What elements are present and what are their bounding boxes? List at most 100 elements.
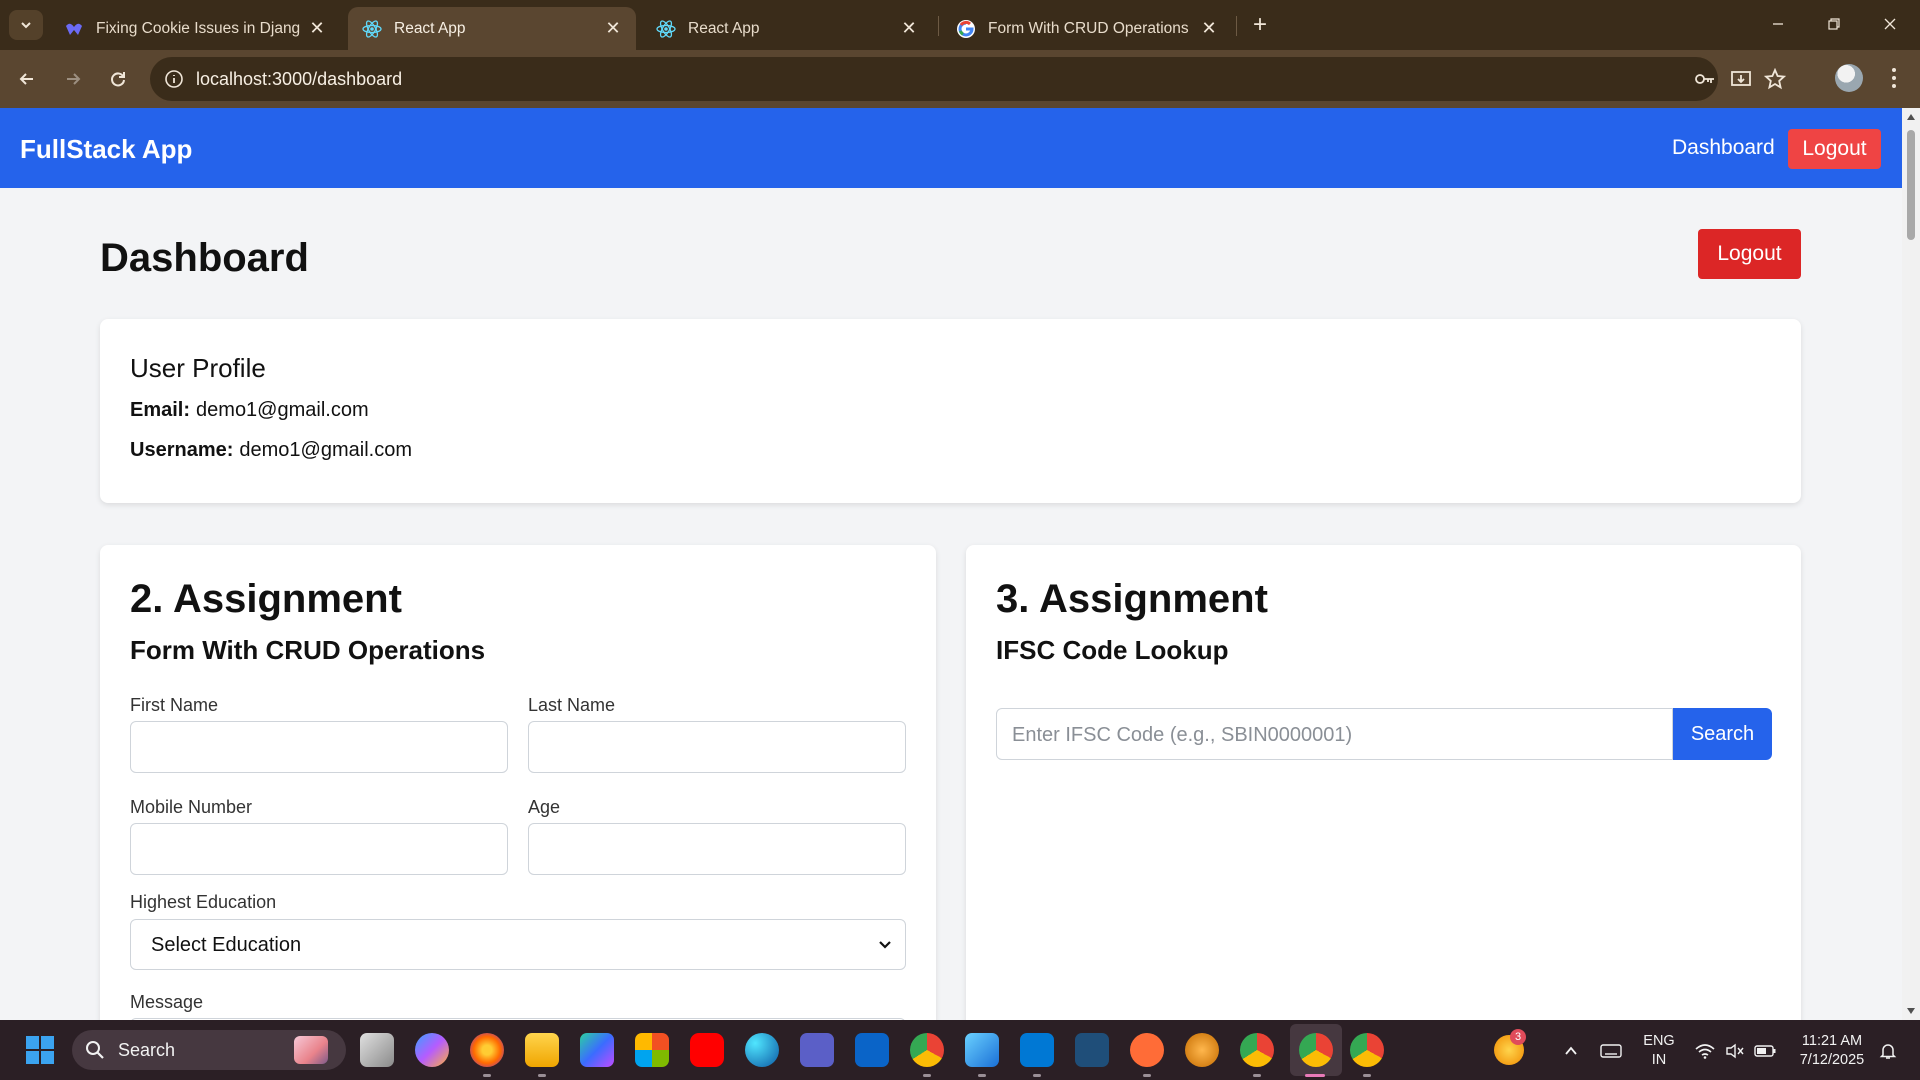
profile-email-row: Email: demo1@gmail.com <box>130 399 369 422</box>
site-info-icon[interactable] <box>162 67 186 91</box>
username-value: demo1@gmail.com <box>239 439 412 461</box>
new-tab-button[interactable]: + <box>1245 10 1275 40</box>
running-indicator <box>923 1074 931 1077</box>
nav-dashboard-link[interactable]: Dashboard <box>1672 136 1775 160</box>
close-window-button[interactable] <box>1862 0 1918 48</box>
profile-avatar[interactable] <box>1835 64 1863 92</box>
edge-icon[interactable] <box>745 1033 779 1067</box>
taskbar-search-label: Search <box>118 1040 176 1060</box>
react-icon <box>656 19 676 39</box>
email-value: demo1@gmail.com <box>196 399 369 421</box>
profile-username-row: Username: demo1@gmail.com <box>130 439 412 462</box>
ifsc-search-button[interactable]: Search <box>1673 708 1772 760</box>
close-icon[interactable]: ✕ <box>1200 18 1218 38</box>
assignment-3-card: 3. Assignment IFSC Code Lookup Enter IFS… <box>966 545 1801 1020</box>
page-scrollbar[interactable] <box>1902 108 1920 1020</box>
chrome-active-icon[interactable] <box>1299 1033 1333 1067</box>
keyboard-icon[interactable] <box>1600 1040 1622 1062</box>
close-icon[interactable]: ✕ <box>604 18 622 38</box>
running-indicator <box>1143 1074 1151 1077</box>
wifi-icon[interactable] <box>1694 1040 1716 1062</box>
running-indicator <box>538 1074 546 1077</box>
search-highlight-icon <box>294 1036 328 1064</box>
copilot-icon[interactable] <box>415 1033 449 1067</box>
running-indicator <box>483 1074 491 1077</box>
tab-title: Form With CRUD Operations - <box>988 19 1192 37</box>
m365-icon[interactable] <box>580 1033 614 1067</box>
outlook-icon[interactable] <box>855 1033 889 1067</box>
logout-button[interactable]: Logout <box>1698 229 1801 279</box>
volume-muted-icon[interactable] <box>1724 1040 1746 1062</box>
scroll-down-icon[interactable] <box>1906 1006 1916 1016</box>
clock-time: 11:21 AM <box>1801 1033 1863 1049</box>
browser-toolbar: localhost:3000/dashboard <box>0 50 1920 108</box>
url-text[interactable]: localhost:3000/dashboard <box>196 69 402 90</box>
tab-django-cookies[interactable]: Fixing Cookie Issues in Django ✕ <box>50 7 340 50</box>
brand-logo[interactable]: FullStack App <box>20 134 192 165</box>
taskbar-search[interactable]: Search <box>72 1030 346 1070</box>
clock[interactable]: 11:21 AM 7/12/2025 <box>1792 1032 1872 1070</box>
store-icon[interactable] <box>635 1033 669 1067</box>
minimize-icon <box>1773 23 1783 25</box>
ifsc-placeholder: Enter IFSC Code (e.g., SBIN0000001) <box>1012 724 1353 746</box>
mobile-number-input[interactable] <box>130 823 508 875</box>
tab-react-app[interactable]: React App ✕ <box>642 7 932 50</box>
mobile-number-label: Mobile Number <box>130 797 253 817</box>
star-icon[interactable] <box>1763 67 1787 91</box>
email-label: Email: <box>130 399 191 421</box>
reload-icon <box>111 72 125 87</box>
tab-form-crud[interactable]: Form With CRUD Operations - ✕ <box>942 7 1232 50</box>
tab-title: React App <box>394 19 466 37</box>
task-view-icon[interactable] <box>360 1033 394 1067</box>
install-app-icon[interactable] <box>1729 67 1753 91</box>
browser-menu-icon[interactable] <box>1884 64 1904 92</box>
minimize-button[interactable] <box>1750 0 1806 48</box>
teams-icon[interactable] <box>800 1033 834 1067</box>
message-label: Message <box>130 992 204 1012</box>
file-explorer-icon[interactable] <box>525 1033 559 1067</box>
close-icon[interactable]: ✕ <box>900 18 918 38</box>
age-input[interactable] <box>528 823 906 875</box>
brave-icon[interactable] <box>1185 1033 1219 1067</box>
scroll-up-icon[interactable] <box>1906 112 1916 122</box>
windows-start-icon[interactable] <box>26 1036 54 1064</box>
address-bar[interactable]: localhost:3000/dashboard <box>150 57 1786 101</box>
ifsc-code-input[interactable]: Enter IFSC Code (e.g., SBIN0000001) <box>996 708 1673 760</box>
tab-title: React App <box>688 19 760 37</box>
active-indicator <box>1305 1074 1325 1077</box>
youtube-icon[interactable] <box>690 1033 724 1067</box>
restore-icon <box>1828 18 1840 30</box>
nav-logout-button[interactable]: Logout <box>1788 129 1881 169</box>
windows-taskbar: Search 3 ENG IN 11:21 AM 7/12/2025 <box>0 1020 1920 1080</box>
education-label: Highest Education <box>130 892 277 912</box>
restore-button[interactable] <box>1806 0 1862 48</box>
last-name-input[interactable] <box>528 721 906 773</box>
notification-bell-icon[interactable] <box>1877 1040 1899 1062</box>
age-label: Age <box>528 797 561 817</box>
chrome-dev-icon[interactable] <box>910 1033 944 1067</box>
first-name-input[interactable] <box>130 721 508 773</box>
tab-react-app-active[interactable]: React App ✕ <box>348 7 636 50</box>
firefox-icon[interactable] <box>470 1033 504 1067</box>
photos-icon[interactable] <box>965 1033 999 1067</box>
mysql-workbench-icon[interactable] <box>1075 1033 1109 1067</box>
language-indicator[interactable]: ENG IN <box>1643 1032 1675 1070</box>
chrome-icon[interactable] <box>1350 1033 1384 1067</box>
back-button[interactable] <box>11 63 43 95</box>
vscode-icon[interactable] <box>1020 1033 1054 1067</box>
password-key-icon[interactable] <box>1693 67 1717 91</box>
app-navbar: FullStack App Dashboard Logout <box>0 108 1902 188</box>
chevron-up-icon[interactable] <box>1560 1040 1582 1062</box>
tab-search-button[interactable] <box>9 10 43 40</box>
scrollbar-thumb[interactable] <box>1907 130 1915 240</box>
forward-button[interactable] <box>57 63 89 95</box>
chrome-profile-icon[interactable] <box>1240 1033 1274 1067</box>
close-icon[interactable]: ✕ <box>308 18 326 38</box>
close-icon <box>1884 18 1896 30</box>
first-name-label: First Name <box>130 695 219 715</box>
assignment-2-card: 2. Assignment Form With CRUD Operations … <box>100 545 936 1020</box>
postman-icon[interactable] <box>1130 1033 1164 1067</box>
reload-button[interactable] <box>102 63 134 95</box>
battery-icon[interactable] <box>1754 1040 1776 1062</box>
education-select[interactable]: Select Education <box>130 919 906 970</box>
